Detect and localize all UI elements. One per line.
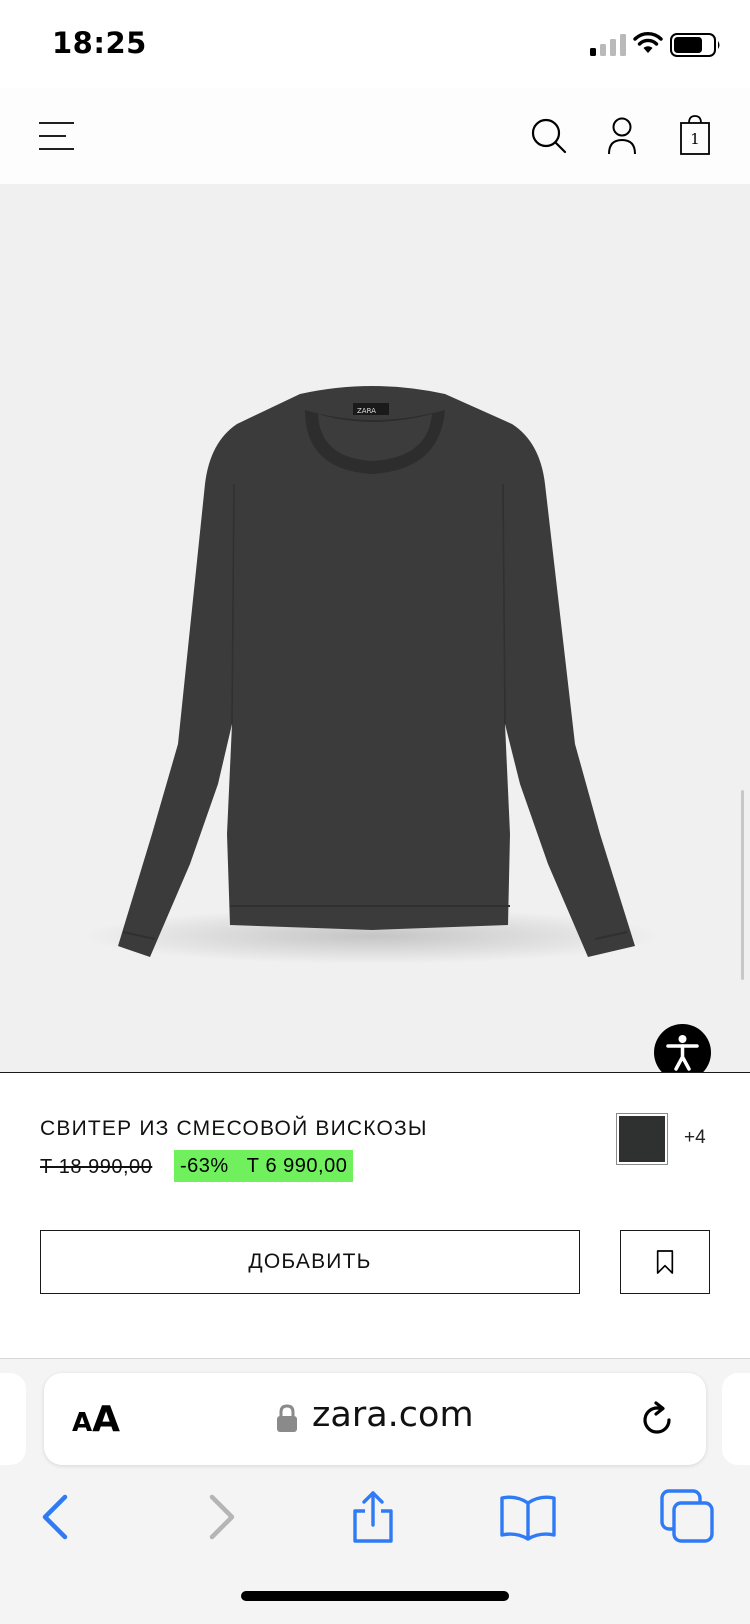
bag-count: 1 [690,130,700,148]
account-icon[interactable] [599,113,645,159]
sweater-image: ZARA [82,386,662,964]
discount-percent: -63% [180,1154,229,1177]
wifi-icon [633,32,663,53]
old-price: Т 18 990,00 [40,1156,153,1178]
menu-icon[interactable] [34,113,80,159]
accessibility-button[interactable] [654,1024,711,1072]
scroll-indicator [741,790,744,980]
reload-icon[interactable] [638,1401,676,1439]
battery-icon [670,33,720,57]
bookmarks-icon[interactable] [500,1489,556,1545]
tabs-icon[interactable] [660,1489,716,1545]
product-name: СВИТЕР ИЗ СМЕСОВОЙ ВИСКОЗЫ [40,1117,428,1140]
next-tab-preview[interactable] [722,1373,750,1465]
status-bar: 18:25 [0,0,750,88]
search-icon[interactable] [526,113,572,159]
text-size-big: A [92,1399,120,1440]
site-header: 1 [0,88,750,184]
accessibility-icon [666,1035,699,1071]
text-size-button[interactable]: AA [72,1399,120,1440]
color-swatch[interactable] [616,1113,668,1165]
cellular-signal-icon [590,34,626,56]
add-to-cart-label: ДОБАВИТЬ [248,1250,372,1273]
swatch-fill [619,1116,665,1162]
share-icon[interactable] [345,1489,401,1545]
back-icon[interactable] [29,1489,85,1545]
lock-icon [277,1404,297,1432]
browser-toolbar: AA zara.com [0,1358,750,1624]
more-colors[interactable]: +4 [684,1127,706,1149]
bookmark-button[interactable] [620,1230,710,1294]
add-to-cart-button[interactable]: ДОБАВИТЬ [40,1230,580,1294]
sale-tag: -63% Т 6 990,00 [174,1150,354,1182]
url-text: zara.com [312,1395,474,1435]
home-indicator [241,1591,509,1601]
bookmark-icon [656,1250,674,1274]
svg-text:ZARA: ZARA [357,407,376,415]
sale-price: Т 6 990,00 [246,1154,348,1177]
bag-button[interactable]: 1 [672,113,718,159]
address-bar[interactable]: AA zara.com [44,1373,706,1465]
status-time: 18:25 [52,26,147,60]
previous-tab-preview[interactable] [0,1373,26,1465]
product-image[interactable]: ZARA [0,184,750,1073]
text-size-small: A [72,1408,93,1438]
forward-icon[interactable] [192,1489,248,1545]
